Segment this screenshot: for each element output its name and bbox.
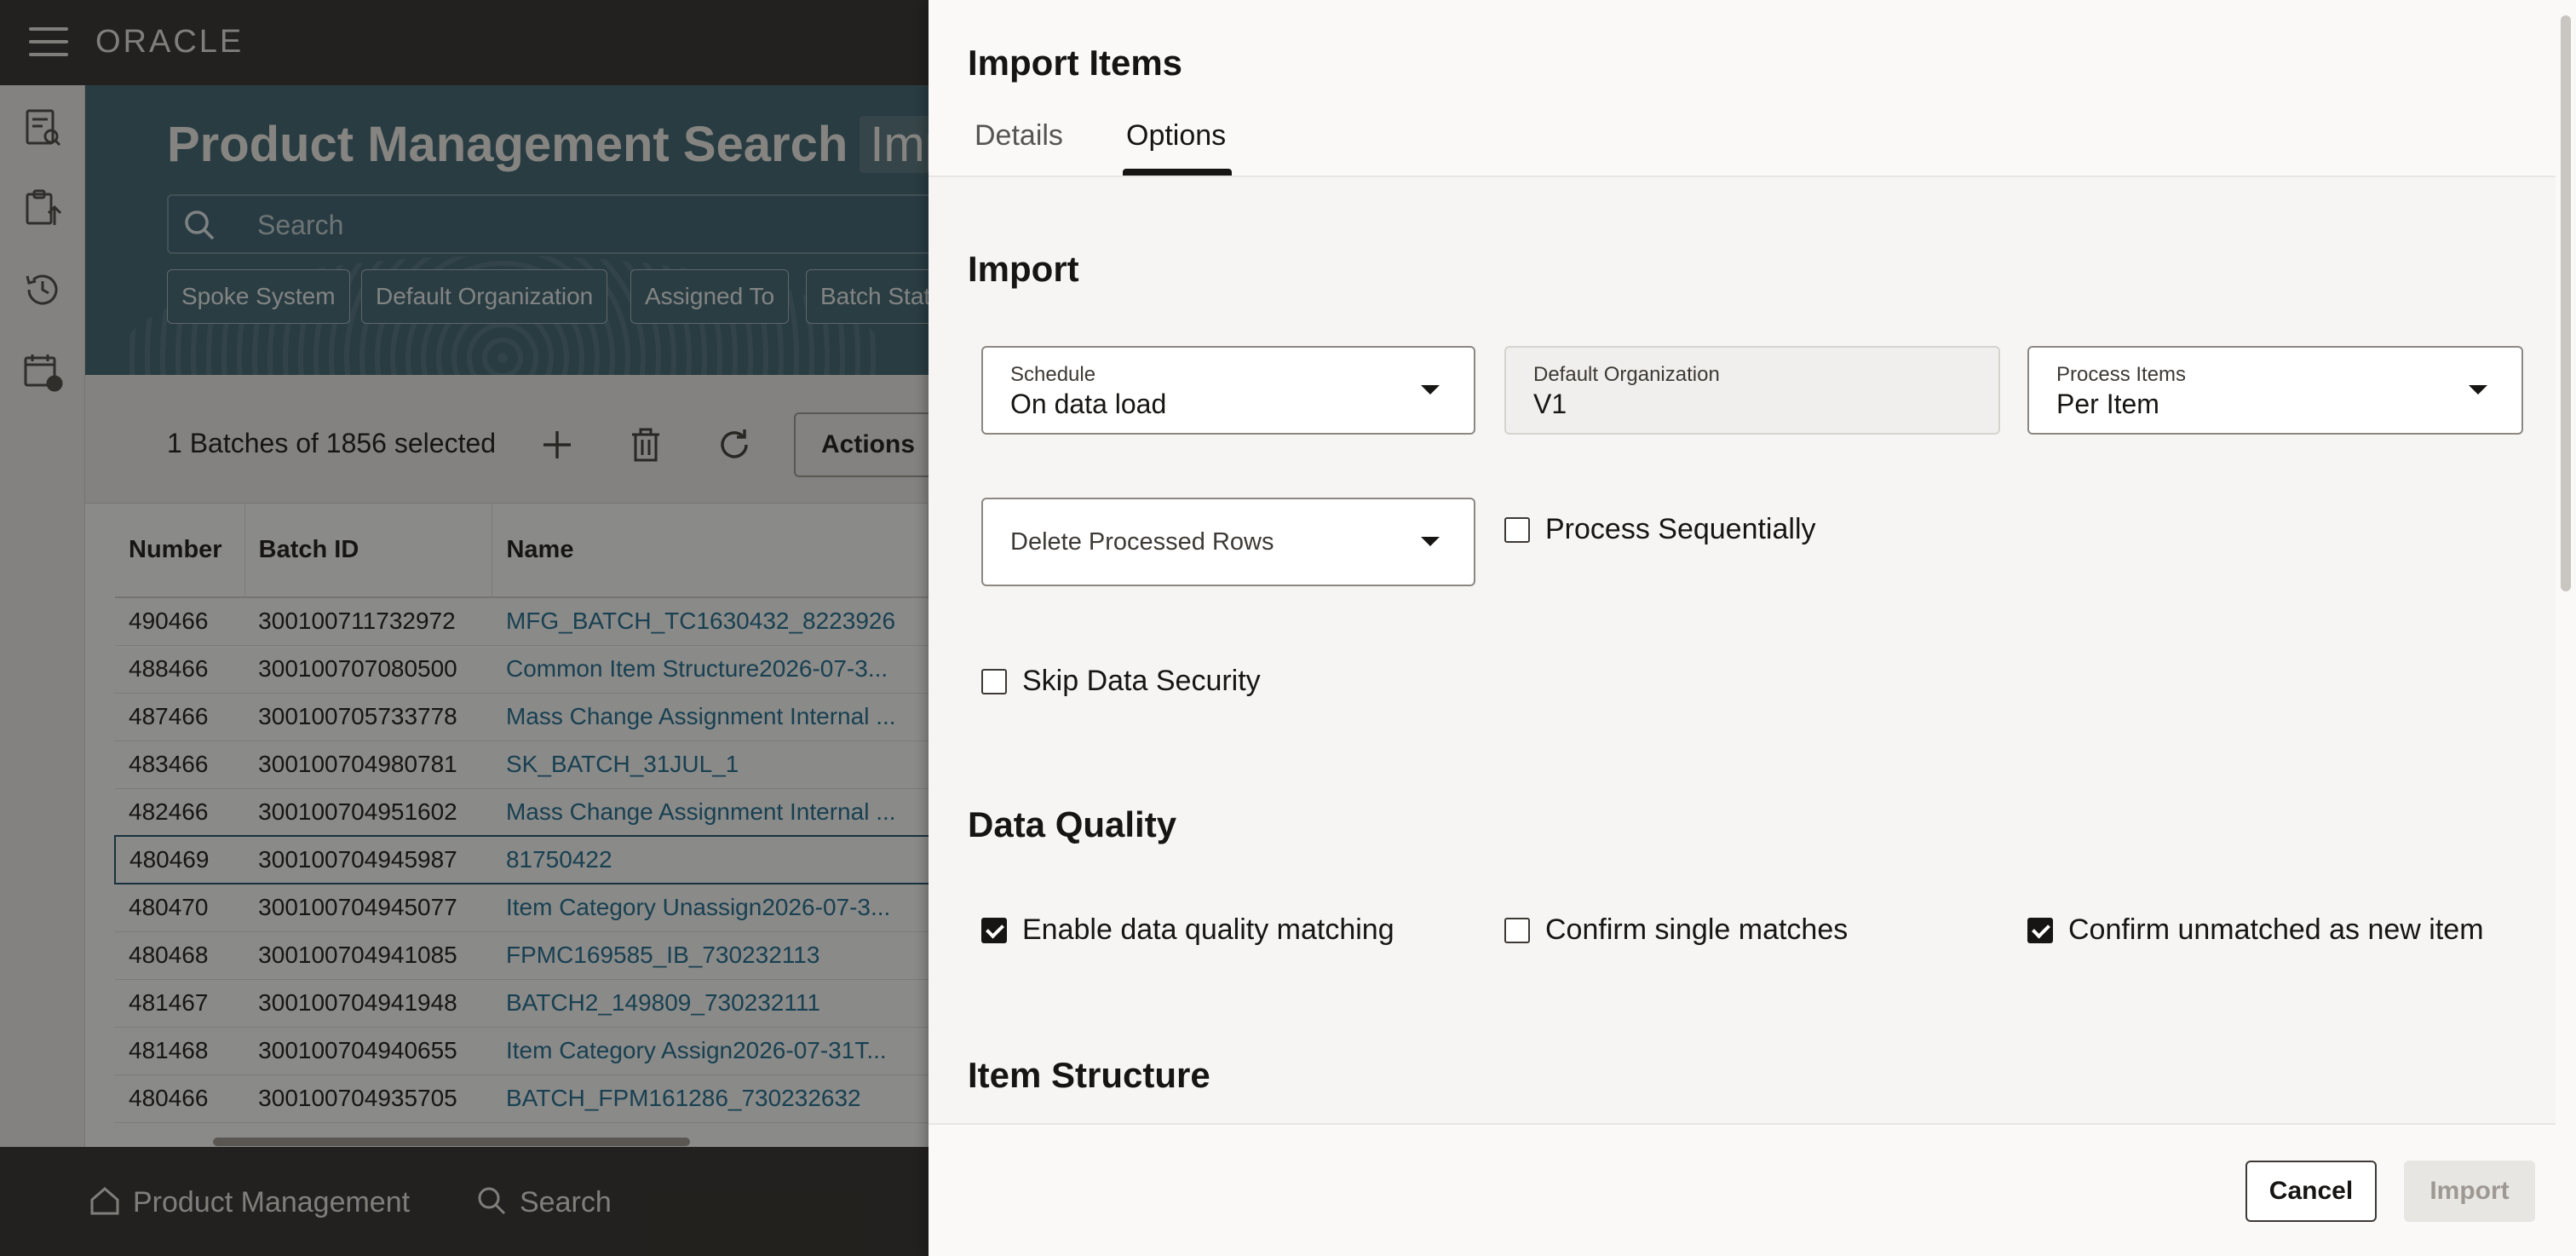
process-sequentially-checkbox[interactable]: Process Sequentially — [1504, 513, 1816, 546]
enable-data-quality-matching-label: Enable data quality matching — [1022, 913, 1394, 946]
process-sequentially-label: Process Sequentially — [1545, 513, 1816, 545]
confirm-unmatched-as-new-item-label: Confirm unmatched as new item — [2068, 913, 2484, 946]
checkbox-unchecked-icon — [1504, 917, 1530, 943]
checkbox-checked-icon — [981, 917, 1007, 943]
active-tab-indicator — [1123, 169, 1232, 176]
confirm-single-matches-checkbox[interactable]: Confirm single matches — [1504, 913, 1848, 947]
delete-processed-rows-select[interactable]: Delete Processed Rows — [981, 498, 1475, 586]
import-items-drawer: Import Items Details Options Import Sche… — [929, 0, 2576, 1256]
default-organization-label: Default Organization — [1533, 363, 1720, 386]
vertical-scrollbar[interactable] — [2556, 0, 2576, 1256]
default-organization-field: Default Organization V1 — [1504, 346, 2000, 435]
delete-processed-rows-label: Delete Processed Rows — [1010, 528, 1274, 556]
confirm-single-matches-label: Confirm single matches — [1545, 913, 1849, 946]
schedule-label: Schedule — [1010, 363, 1096, 386]
skip-data-security-label: Skip Data Security — [1022, 665, 1261, 697]
data-quality-section-title: Data Quality — [968, 804, 1177, 844]
skip-data-security-checkbox[interactable]: Skip Data Security — [981, 665, 1261, 698]
tab-details[interactable]: Details — [975, 119, 1063, 153]
cancel-button[interactable]: Cancel — [2245, 1161, 2377, 1222]
drawer-title: Import Items — [968, 43, 1183, 83]
chevron-down-icon — [1421, 385, 1440, 395]
chevron-down-icon — [2469, 385, 2487, 395]
schedule-value: On data load — [1010, 389, 1167, 419]
checkbox-checked-icon — [2027, 917, 2053, 943]
enable-data-quality-matching-checkbox[interactable]: Enable data quality matching — [981, 913, 1394, 947]
import-section-title: Import — [968, 249, 1079, 289]
process-items-select[interactable]: Process Items Per Item — [2027, 346, 2523, 435]
confirm-unmatched-as-new-item-checkbox[interactable]: Confirm unmatched as new item — [2027, 913, 2484, 947]
scrollbar-thumb[interactable] — [2561, 15, 2571, 591]
checkbox-unchecked-icon — [1504, 516, 1530, 543]
import-button[interactable]: Import — [2404, 1161, 2535, 1222]
checkbox-unchecked-icon — [981, 668, 1007, 694]
tab-options[interactable]: Options — [1126, 119, 1226, 153]
schedule-select[interactable]: Schedule On data load — [981, 346, 1475, 435]
options-panel: Import Schedule On data load Default Org… — [929, 177, 2556, 1123]
modal-overlay[interactable] — [0, 0, 929, 1256]
item-structure-section-title: Item Structure — [968, 1055, 1210, 1095]
process-items-value: Per Item — [2056, 389, 2159, 419]
default-organization-value: V1 — [1533, 389, 1567, 419]
chevron-down-icon — [1421, 537, 1440, 546]
process-items-label: Process Items — [2056, 363, 2187, 386]
drawer-footer: Cancel Import — [929, 1123, 2556, 1256]
